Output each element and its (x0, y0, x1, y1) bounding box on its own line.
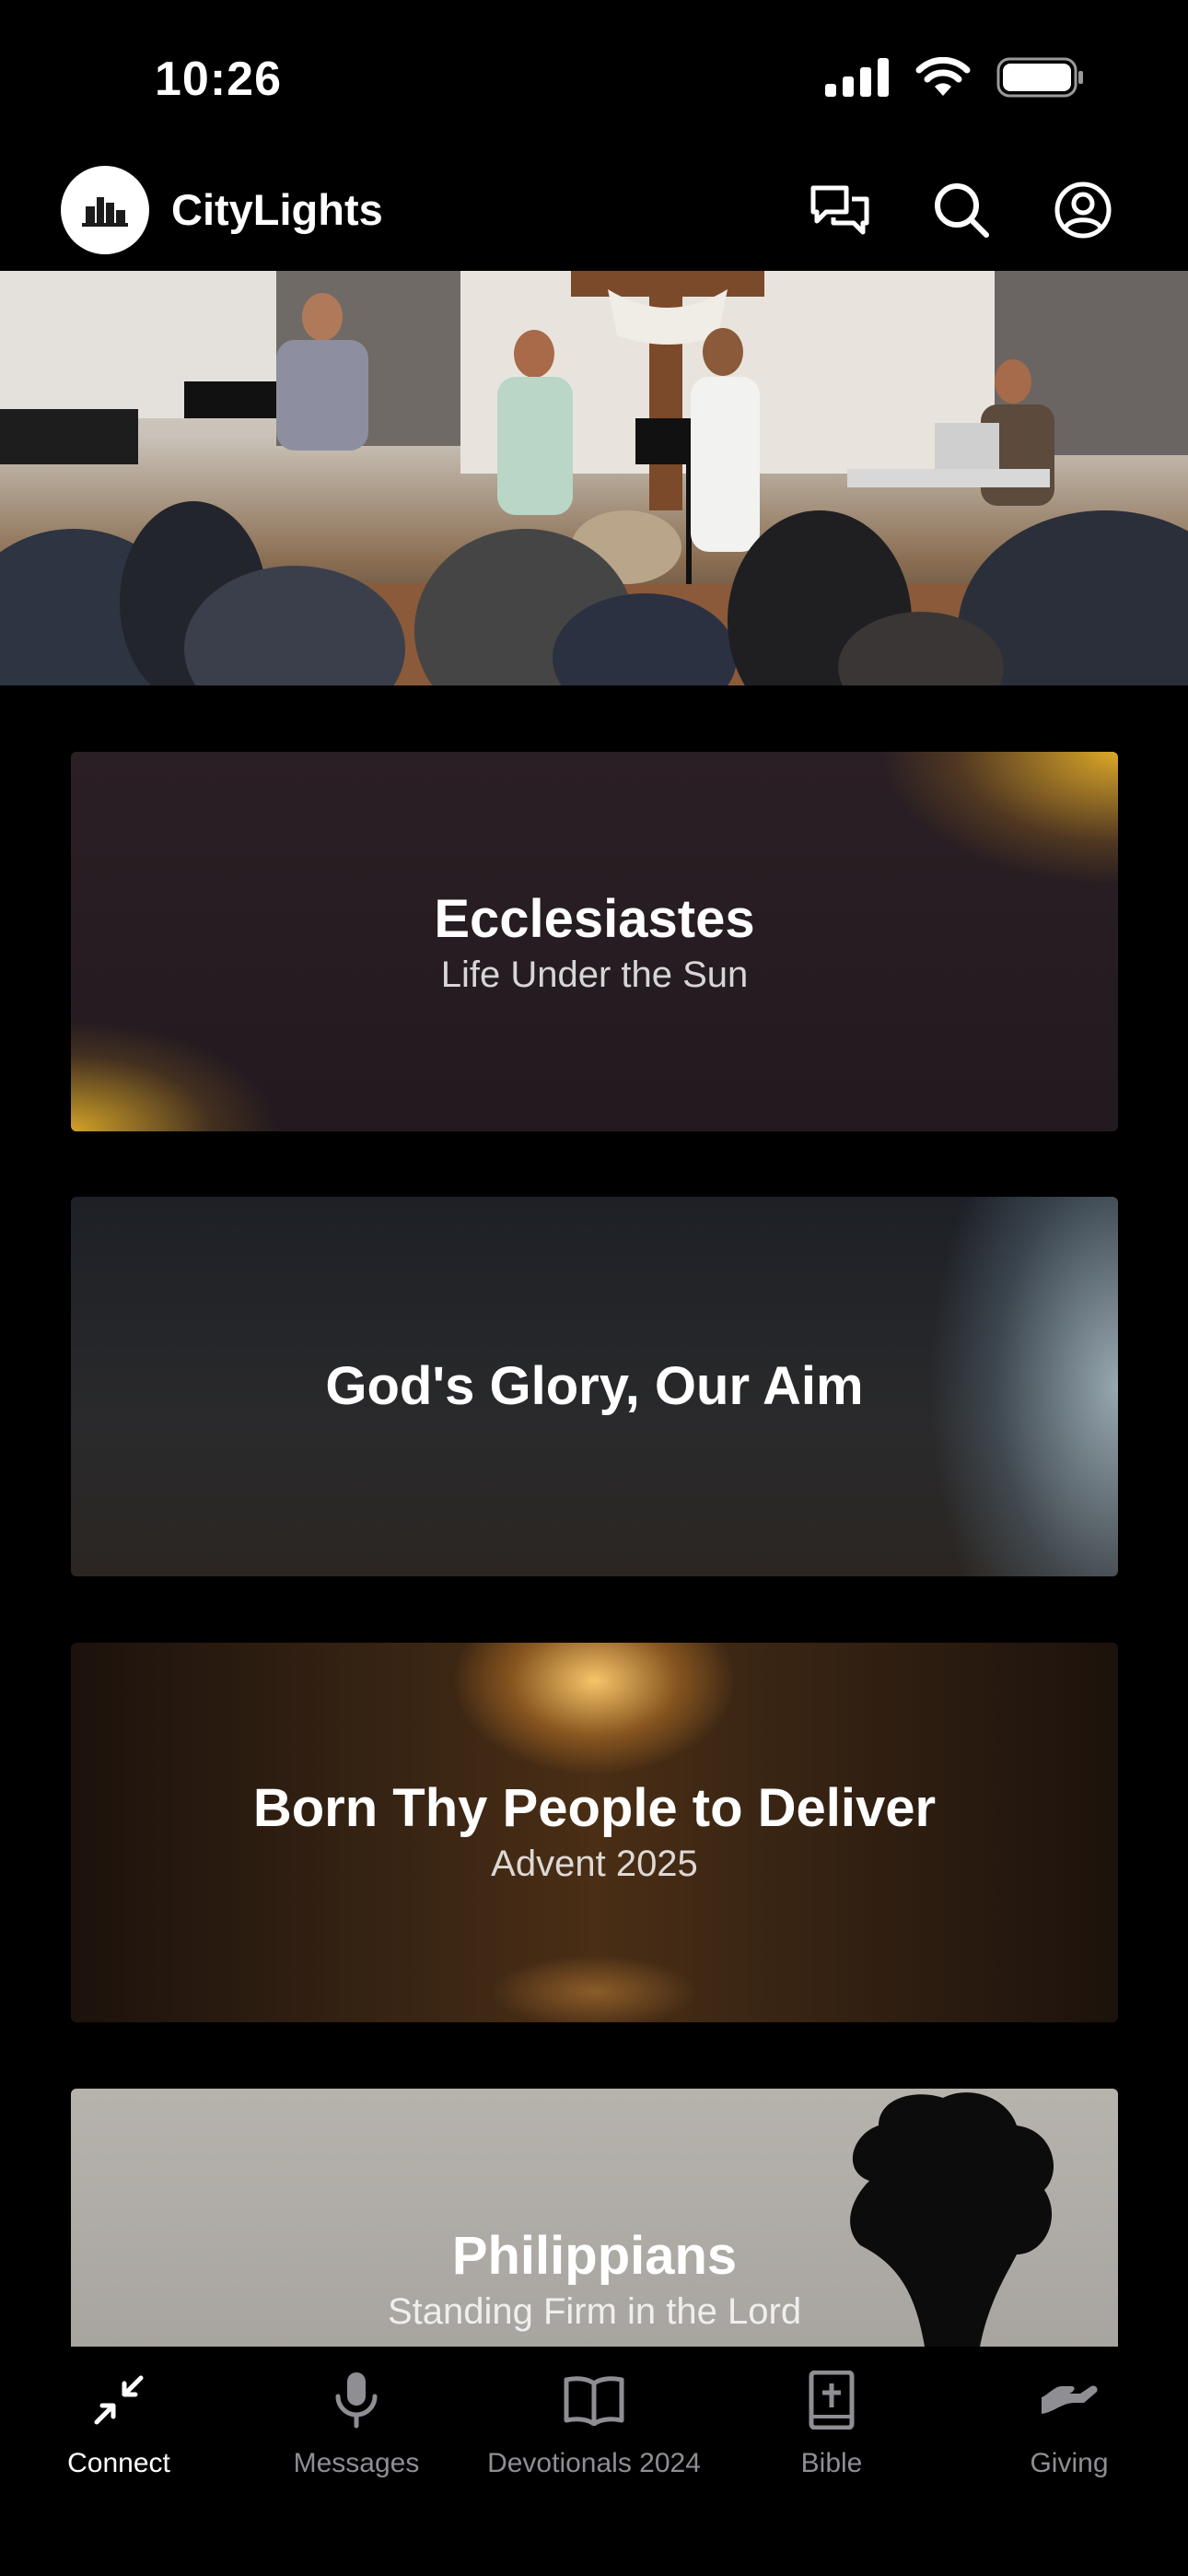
tab-bible[interactable]: Bible (713, 2369, 950, 2479)
card-title: Philippians (451, 2226, 738, 2286)
search-icon (935, 183, 989, 238)
chat-button[interactable] (807, 177, 873, 243)
series-card-ecclesiastes[interactable]: Ecclesiastes Life Under the Sun (71, 752, 1118, 1131)
profile-button[interactable] (1050, 177, 1116, 243)
card-title: Ecclesiastes (434, 889, 755, 949)
tab-label: Bible (800, 2448, 863, 2478)
connect-icon (0, 2369, 238, 2431)
hero-image[interactable] (0, 271, 1188, 685)
app-header: CityLights (0, 157, 1188, 271)
card-subtitle: Life Under the Sun (440, 954, 749, 995)
tab-label: Devotionals 2024 (487, 2448, 701, 2478)
city-skyline-icon (82, 197, 128, 227)
giving-hand-icon (950, 2369, 1188, 2431)
card-subtitle: Advent 2025 (491, 1844, 698, 1884)
wifi-icon (915, 56, 971, 102)
profile-icon (1054, 181, 1112, 239)
series-card-philippians[interactable]: Philippians Standing Firm in the Lord (71, 2089, 1118, 2347)
tab-connect[interactable]: Connect (0, 2369, 238, 2479)
tab-messages[interactable]: Messages (238, 2369, 475, 2479)
bottom-tab-bar: Connect Messages Devotionals 2024 Bible … (0, 2347, 1188, 2576)
card-subtitle: Standing Firm in the Lord (387, 2291, 802, 2332)
tab-devotionals[interactable]: Devotionals 2024 (475, 2369, 713, 2479)
tab-label: Giving (1030, 2448, 1109, 2478)
card-title: Born Thy People to Deliver (252, 1778, 937, 1838)
card-title: God's Glory, Our Aim (325, 1356, 864, 1416)
tab-label: Messages (293, 2448, 420, 2478)
app-title: CityLights (171, 185, 383, 234)
series-card-gods-glory[interactable]: God's Glory, Our Aim (71, 1197, 1118, 1576)
status-time: 10:26 (155, 53, 282, 106)
signal-icon (825, 58, 890, 101)
status-icons (825, 56, 1085, 102)
search-button[interactable] (928, 177, 995, 243)
open-book-icon (475, 2369, 713, 2431)
app-logo[interactable] (61, 166, 149, 254)
worship-stage-photo (0, 271, 1188, 685)
battery-icon (996, 57, 1085, 102)
microphone-icon (238, 2369, 475, 2431)
chat-icon (810, 185, 869, 235)
status-bar: 10:26 (0, 0, 1188, 157)
bible-icon (713, 2369, 950, 2431)
tab-label: Connect (67, 2448, 170, 2478)
series-card-advent[interactable]: Born Thy People to Deliver Advent 2025 (71, 1643, 1118, 2022)
tab-giving[interactable]: Giving (950, 2369, 1188, 2479)
